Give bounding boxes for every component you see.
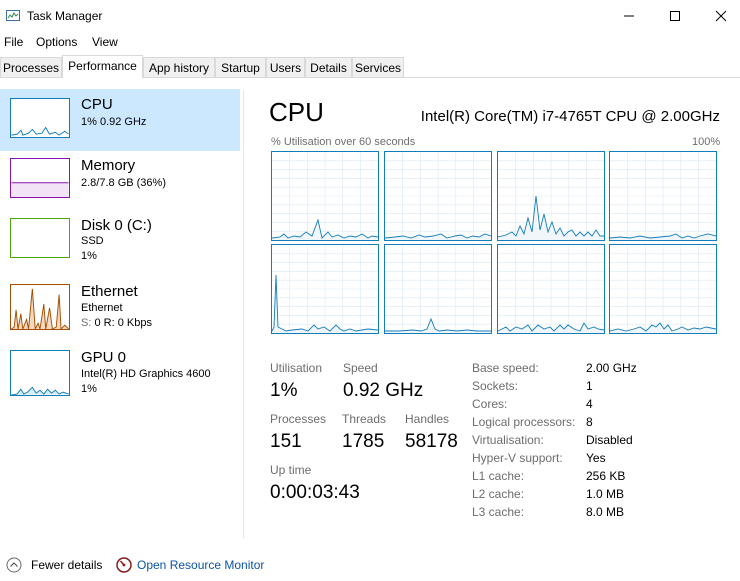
detail-key: Sockets: [472,379,519,393]
detail-key: L2 cache: [472,487,525,501]
sidebar-subtext-2: 1% [81,250,97,262]
sidebar-label: GPU 0 [81,349,127,366]
graph-max-label: 100% [692,136,721,148]
memory-thumbnail [10,158,70,198]
logical-processor-graph-1 [271,151,379,241]
detail-value: 8 [586,415,593,429]
footer: Fewer details Open Resource Monitor [0,550,740,581]
speed-label: Speed [343,361,378,375]
sidebar-item-gpu[interactable]: GPU 0 Intel(R) HD Graphics 4600 1% [0,342,240,404]
detail-key: L1 cache: [472,469,525,483]
logical-processor-graph-3 [497,151,605,241]
detail-key: Cores: [472,397,508,411]
fewer-details-button[interactable]: Fewer details [31,558,102,572]
tab-bar: Processes Performance App history Startu… [0,55,740,78]
sidebar-label: CPU [81,96,113,113]
minimize-icon [624,15,634,17]
disk-thumbnail [10,218,70,258]
detail-value: 256 KB [586,469,626,483]
uptime-value: 0:00:03:43 [270,482,360,503]
sidebar-subtext: 1% 0.92 GHz [81,116,147,128]
logical-processor-graph-2 [384,151,492,241]
logical-processor-graph-6 [384,244,492,334]
processes-label: Processes [270,412,327,426]
gpu-thumbnail [10,350,70,396]
detail-value: 4 [586,397,593,411]
detail-value: Disabled [586,433,633,447]
detail-key: Hyper-V support: [472,451,563,465]
menu-view[interactable]: View [92,35,118,49]
sidebar-item-cpu[interactable]: CPU 1% 0.92 GHz [0,89,240,151]
detail-key: Base speed: [472,361,539,375]
sidebar-subtext: Intel(R) HD Graphics 4600 [81,368,211,380]
close-icon [715,10,727,22]
tab-startup[interactable]: Startup [215,57,266,77]
logical-processor-graph-8 [609,244,717,334]
detail-key: Virtualisation: [472,433,544,447]
threads-label: Threads [342,412,387,426]
sidebar-item-disk[interactable]: Disk 0 (C:) SSD 1% [0,210,240,272]
title-bar: Task Manager [0,0,740,32]
logical-processor-graph-7 [497,244,605,334]
graph-caption: % Utilisation over 60 seconds [271,136,416,148]
detail-value: Yes [586,451,606,465]
tab-services[interactable]: Services [352,57,404,77]
minimize-button[interactable] [606,0,652,32]
menu-file[interactable]: File [4,35,23,49]
cpu-thumbnail [10,98,70,138]
sidebar-label: Ethernet [81,283,138,300]
close-button[interactable] [698,0,740,32]
sidebar-subtext: 2.8/7.8 GB (36%) [81,177,166,189]
menu-options[interactable]: Options [36,35,77,49]
sidebar-subtext: Ethernet [81,302,123,314]
ethernet-thumbnail [10,284,70,330]
detail-key: Logical processors: [472,415,576,429]
detail-key: L3 cache: [472,505,525,519]
sidebar-subtext-2: S: 0 R: 0 Kbps [81,317,152,329]
speed-value: 0.92 GHz [343,380,424,401]
tab-app-history[interactable]: App history [143,57,215,77]
task-manager-icon [6,10,20,21]
handles-label: Handles [405,412,450,426]
processes-value: 151 [270,431,302,452]
resource-monitor-icon [116,557,132,573]
uptime-label: Up time [270,463,312,477]
maximize-button[interactable] [652,0,698,32]
tab-processes[interactable]: Processes [0,57,62,77]
sidebar-item-ethernet[interactable]: Ethernet Ethernet S: 0 R: 0 Kbps [0,276,240,338]
threads-value: 1785 [342,431,385,452]
detail-value: 1.0 MB [586,487,625,501]
open-resource-monitor-link[interactable]: Open Resource Monitor [137,558,264,572]
utilisation-label: Utilisation [270,361,323,375]
window-title: Task Manager [27,9,103,23]
detail-value: 8.0 MB [586,505,625,519]
utilisation-value: 1% [270,380,298,401]
sidebar-subtext-2: 1% [81,383,97,395]
sidebar-divider [243,90,244,538]
sidebar-subtext: SSD [81,235,104,247]
sidebar-label: Disk 0 (C:) [81,217,152,234]
tab-performance[interactable]: Performance [62,55,143,78]
page-title: CPU [269,97,324,127]
cpu-model-name: Intel(R) Core(TM) i7-4765T CPU @ 2.00GHz [420,108,720,125]
maximize-icon [670,11,680,21]
logical-processor-graph-4 [609,151,717,241]
sidebar-label: Memory [81,157,136,174]
chevron-up-icon[interactable] [6,557,22,573]
tab-users[interactable]: Users [266,57,305,77]
detail-value: 1 [586,379,593,393]
logical-processor-graph-5 [271,244,379,334]
tab-details[interactable]: Details [305,57,352,77]
detail-value: 2.00 GHz [586,361,637,375]
sidebar-item-memory[interactable]: Memory 2.8/7.8 GB (36%) [0,150,240,212]
handles-value: 58178 [405,431,458,452]
